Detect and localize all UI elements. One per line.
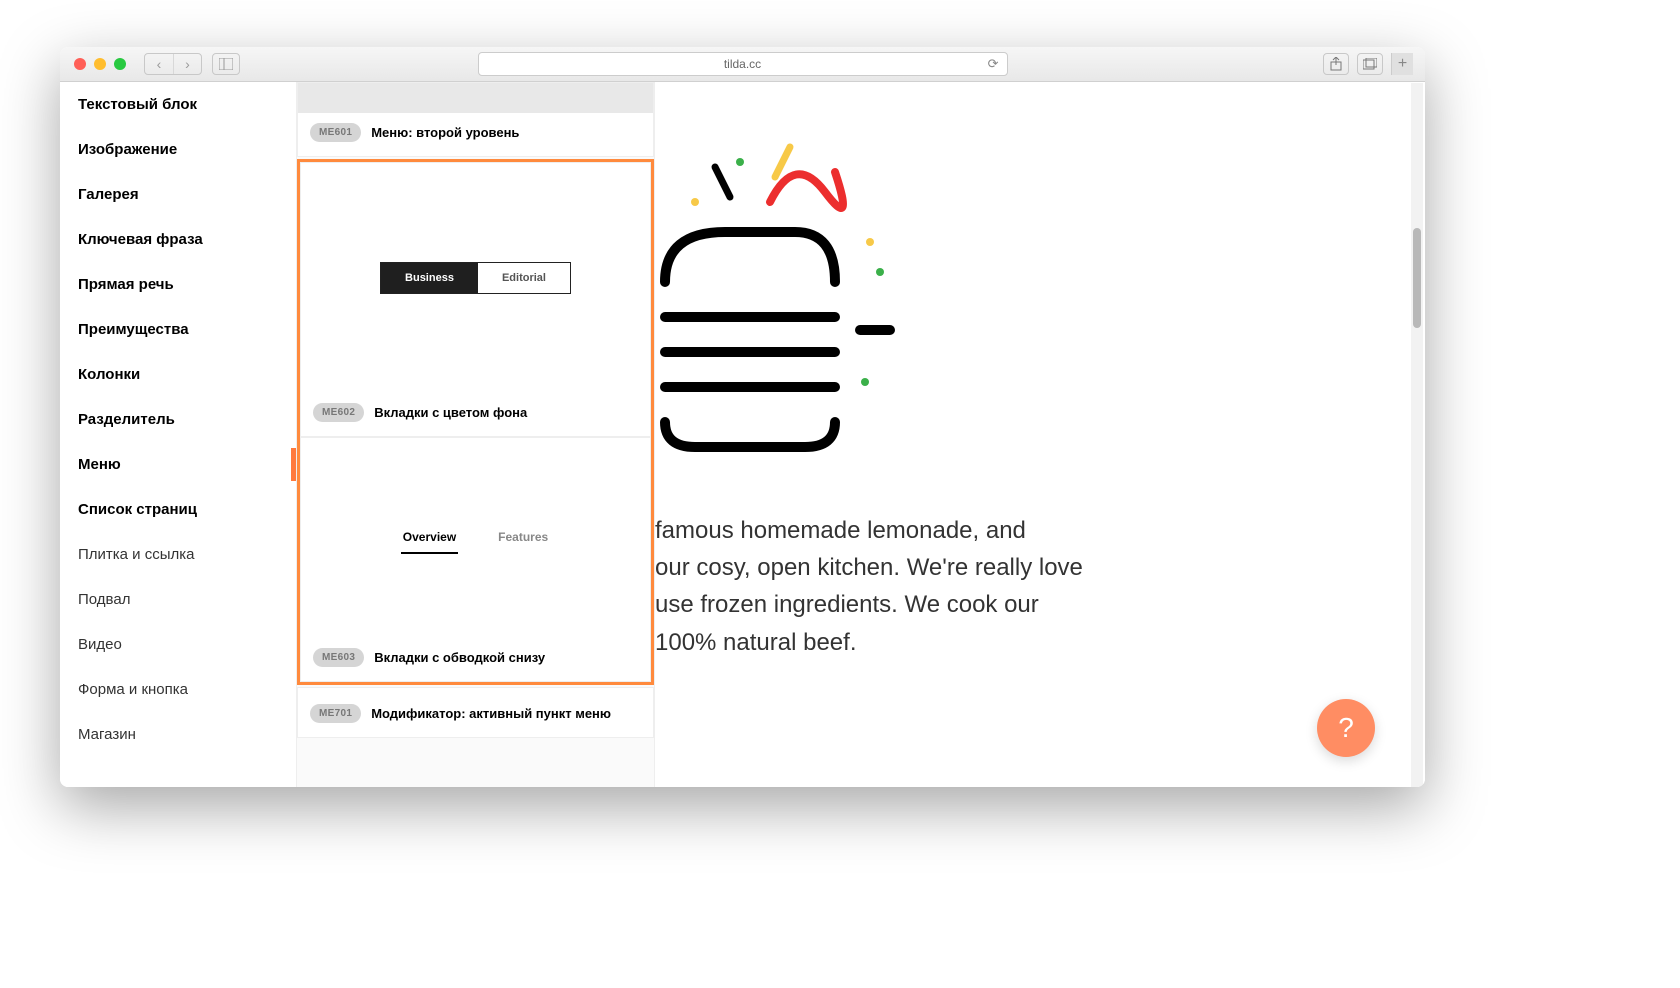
sidebar-item-text-block[interactable]: Текстовый блок	[60, 82, 296, 127]
block-card-me603[interactable]: Overview Features ME603 Вкладки с обводк…	[300, 437, 651, 682]
block-card-me701[interactable]: ME701 Модификатор: активный пункт меню	[297, 687, 654, 738]
sidebar-item-menu[interactable]: Меню	[60, 442, 296, 487]
tab-pill-inactive: Editorial	[478, 263, 570, 293]
sidebar-item-divider[interactable]: Разделитель	[60, 397, 296, 442]
tabs-pill-preview: Business Editorial	[380, 262, 571, 294]
block-title: Модификатор: активный пункт меню	[371, 706, 611, 721]
tab-underline-active: Overview	[401, 522, 458, 554]
sidebar-item-video[interactable]: Видео	[60, 622, 296, 667]
page-canvas: famous homemade lemonade, and our cosy, …	[655, 82, 1425, 787]
sidebar-item-image[interactable]: Изображение	[60, 127, 296, 172]
block-title: Вкладки с обводкой снизу	[374, 650, 545, 665]
block-preview: Overview Features	[301, 438, 650, 638]
new-tab-button[interactable]: +	[1391, 53, 1413, 75]
sidebar-item-columns[interactable]: Колонки	[60, 352, 296, 397]
help-button[interactable]: ?	[1317, 699, 1375, 757]
sidebar-item-shop[interactable]: Магазин	[60, 712, 296, 757]
block-card-me602[interactable]: Business Editorial ME602 Вкладки с цвето…	[300, 162, 651, 437]
block-title: Вкладки с цветом фона	[374, 405, 527, 420]
block-title: Меню: второй уровень	[371, 125, 519, 140]
category-sidebar: Текстовый блок Изображение Галерея Ключе…	[60, 82, 297, 787]
tabs-underline-preview: Overview Features	[401, 522, 550, 554]
block-card-me601[interactable]: ME601 Меню: второй уровень	[297, 82, 654, 157]
block-code-badge: ME601	[310, 123, 361, 142]
content-paragraph: famous homemade lemonade, and our cosy, …	[655, 512, 1115, 661]
block-preview: Business Editorial	[301, 163, 650, 393]
sidebar-item-features[interactable]: Преимущества	[60, 307, 296, 352]
browser-chrome: ‹ › tilda.cc ⟳ +	[60, 47, 1425, 82]
sidebar-item-footer[interactable]: Подвал	[60, 577, 296, 622]
block-preview	[298, 83, 653, 113]
tab-pill-active: Business	[381, 263, 478, 293]
burger-illustration-icon	[655, 82, 905, 472]
reload-icon[interactable]: ⟳	[988, 56, 999, 72]
block-code-badge: ME603	[313, 648, 364, 667]
question-mark-icon: ?	[1338, 712, 1354, 744]
sidebar-item-key-phrase[interactable]: Ключевая фраза	[60, 217, 296, 262]
close-window-icon[interactable]	[74, 58, 86, 70]
window-controls	[74, 58, 126, 70]
block-library-panel: ME601 Меню: второй уровень Business Edit…	[297, 82, 655, 787]
url-text: tilda.cc	[724, 57, 761, 71]
scrollbar-thumb[interactable]	[1413, 228, 1421, 328]
address-bar[interactable]: tilda.cc ⟳	[478, 52, 1008, 76]
sidebar-item-page-list[interactable]: Список страниц	[60, 487, 296, 532]
block-code-badge: ME602	[313, 403, 364, 422]
sidebar-toggle-button[interactable]	[212, 53, 240, 75]
maximize-window-icon[interactable]	[114, 58, 126, 70]
sidebar-item-quote[interactable]: Прямая речь	[60, 262, 296, 307]
sidebar-item-gallery[interactable]: Галерея	[60, 172, 296, 217]
minimize-window-icon[interactable]	[94, 58, 106, 70]
sidebar-item-form-button[interactable]: Форма и кнопка	[60, 667, 296, 712]
forward-button[interactable]: ›	[173, 54, 201, 74]
share-button[interactable]	[1323, 53, 1349, 75]
nav-buttons: ‹ ›	[144, 53, 202, 75]
block-code-badge: ME701	[310, 704, 361, 723]
back-button[interactable]: ‹	[145, 54, 173, 74]
scrollbar[interactable]	[1411, 83, 1423, 787]
selected-blocks-highlight: Business Editorial ME602 Вкладки с цвето…	[297, 159, 654, 685]
tabs-button[interactable]	[1357, 53, 1383, 75]
sidebar-item-tile-link[interactable]: Плитка и ссылка	[60, 532, 296, 577]
tab-underline-inactive: Features	[496, 522, 550, 554]
